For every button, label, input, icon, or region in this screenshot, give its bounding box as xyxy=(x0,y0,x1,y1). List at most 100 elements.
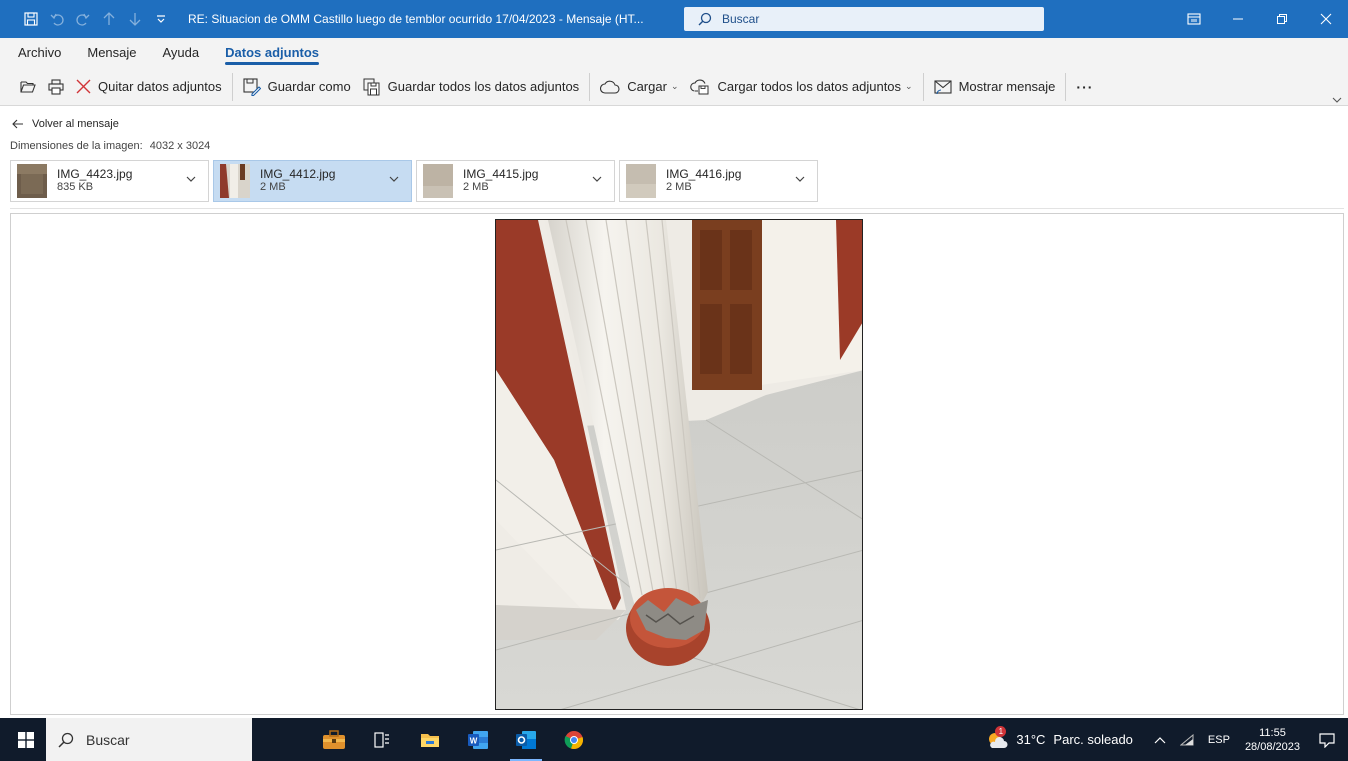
chevron-down-icon[interactable] xyxy=(186,176,196,183)
previous-item-button[interactable] xyxy=(96,6,122,32)
close-button[interactable] xyxy=(1304,0,1348,38)
upload-button[interactable]: Cargar ⌄ xyxy=(594,72,684,102)
notification-icon xyxy=(1319,732,1335,748)
minimize-button[interactable] xyxy=(1216,0,1260,38)
print-button[interactable] xyxy=(42,72,70,102)
show-hidden-icons-button[interactable] xyxy=(1154,736,1166,744)
dimensions-value: 4032 x 3024 xyxy=(149,140,211,152)
taskbar-task-view[interactable] xyxy=(358,718,406,761)
customize-dropdown-icon xyxy=(157,15,165,23)
arrow-up-icon xyxy=(103,12,115,25)
chevron-down-icon[interactable] xyxy=(795,176,805,183)
restore-button[interactable] xyxy=(1260,0,1304,38)
taskbar-clock[interactable]: 11:55 28/08/2023 xyxy=(1245,726,1300,754)
window-title: RE: Situacion de OMM Castillo luego de t… xyxy=(188,12,644,26)
ribbon-separator xyxy=(231,72,233,101)
quick-access-toolbar xyxy=(0,0,174,38)
notifications-button[interactable] xyxy=(1312,732,1342,748)
outlook-icon xyxy=(516,730,536,749)
save-all-attachments-button[interactable]: Guardar todos los datos adjuntos xyxy=(357,72,586,102)
attachment-name: IMG_4412.jpg xyxy=(260,167,336,181)
taskbar-search-box[interactable]: Buscar xyxy=(46,718,252,761)
tab-ayuda[interactable]: Ayuda xyxy=(163,38,200,68)
show-message-button[interactable]: Mostrar mensaje xyxy=(928,72,1062,102)
clock-date: 28/08/2023 xyxy=(1244,740,1300,753)
ribbon-display-options-button[interactable] xyxy=(1172,0,1216,38)
taskbar-apps: W xyxy=(310,718,598,761)
input-language-button[interactable]: ESP xyxy=(1208,734,1230,746)
save-all-icon xyxy=(363,78,380,95)
more-commands-button[interactable]: ··· xyxy=(1070,72,1099,102)
chevron-down-icon[interactable] xyxy=(389,176,399,183)
tab-datos-adjuntos[interactable]: Datos adjuntos xyxy=(225,38,319,68)
tab-archivo[interactable]: Archivo xyxy=(18,38,61,68)
chevron-down-icon[interactable] xyxy=(592,176,602,183)
attachment-item[interactable]: IMG_4415.jpg 2 MB xyxy=(416,160,615,202)
restore-icon xyxy=(1277,14,1287,24)
attachment-image-preview xyxy=(495,219,863,710)
undo-icon xyxy=(50,13,64,26)
envelope-icon xyxy=(934,79,952,94)
taskbar-app-file-explorer[interactable] xyxy=(406,718,454,761)
customize-toolbar-button[interactable] xyxy=(148,6,174,32)
upload-all-button[interactable]: Cargar todos los datos adjuntos ⌄ xyxy=(684,72,918,102)
save-as-label: Guardar como xyxy=(267,79,351,94)
back-label: Volver al mensaje xyxy=(32,118,119,130)
remove-attachments-label: Quitar datos adjuntos xyxy=(98,79,222,94)
weather-icon: 1 xyxy=(986,725,1008,750)
next-item-button[interactable] xyxy=(122,6,148,32)
dimensions-label: Dimensiones de la imagen: xyxy=(10,140,143,152)
chrome-icon xyxy=(564,730,584,749)
attachment-size: 2 MB xyxy=(463,181,489,193)
network-button[interactable] xyxy=(1179,733,1194,746)
redo-button[interactable] xyxy=(70,6,96,32)
task-view-icon xyxy=(374,731,389,748)
save-icon xyxy=(24,12,38,26)
briefcase-icon xyxy=(323,729,345,749)
chevron-down-icon: ⌄ xyxy=(670,81,679,91)
open-button[interactable] xyxy=(14,72,42,102)
windows-logo-icon xyxy=(18,731,34,748)
redo-icon xyxy=(76,13,90,26)
wifi-icon xyxy=(1179,733,1194,745)
remove-attachments-button[interactable]: Quitar datos adjuntos xyxy=(70,72,228,102)
taskbar-app-word[interactable]: W xyxy=(454,718,502,761)
attachment-item[interactable]: IMG_4416.jpg 2 MB xyxy=(619,160,818,202)
cloud-icon xyxy=(600,80,620,94)
ribbon-separator xyxy=(922,72,924,101)
more-icon: ··· xyxy=(1076,78,1094,95)
attachment-item[interactable]: IMG_4412.jpg 2 MB xyxy=(213,160,412,202)
expand-ribbon-button[interactable] xyxy=(1332,92,1342,107)
attachment-meta: IMG_4412.jpg 2 MB xyxy=(260,168,335,194)
weather-widget[interactable]: 1 31°C Parc. soleado xyxy=(986,725,1133,750)
undo-button[interactable] xyxy=(44,6,70,32)
attachment-item[interactable]: IMG_4423.jpg 835 KB xyxy=(10,160,209,202)
attachment-name: IMG_4416.jpg xyxy=(666,167,742,181)
taskbar-app-briefcase[interactable] xyxy=(310,718,358,761)
arrow-down-icon xyxy=(129,13,141,26)
image-thumbnail xyxy=(220,164,250,198)
save-button[interactable] xyxy=(18,6,44,32)
windows-taskbar: Buscar W 1 31°C Parc. soleado ESP 11:55 … xyxy=(0,718,1348,761)
attachment-size: 2 MB xyxy=(260,181,286,193)
taskbar-app-outlook[interactable] xyxy=(502,718,550,761)
taskbar-app-chrome[interactable] xyxy=(550,718,598,761)
back-to-message-link[interactable]: Volver al mensaje xyxy=(12,118,119,130)
attachment-size: 835 KB xyxy=(57,181,94,193)
attachment-meta: IMG_4415.jpg 2 MB xyxy=(463,168,538,194)
chevron-down-icon: ⌄ xyxy=(905,81,913,91)
ribbon-separator xyxy=(1065,72,1067,101)
save-all-label: Guardar todos los datos adjuntos xyxy=(387,79,580,94)
save-as-button[interactable]: Guardar como xyxy=(237,72,357,102)
search-icon xyxy=(58,732,74,748)
clock-time: 11:55 xyxy=(1259,726,1286,739)
cloud-upload-all-icon xyxy=(690,79,709,94)
tab-mensaje[interactable]: Mensaje xyxy=(87,38,136,68)
search-input[interactable]: Buscar xyxy=(684,7,1044,31)
image-thumbnail xyxy=(17,164,47,198)
start-button[interactable] xyxy=(6,718,46,761)
system-tray: 1 31°C Parc. soleado ESP 11:55 28/08/202… xyxy=(986,718,1348,761)
image-thumbnail xyxy=(423,164,453,198)
remove-x-icon xyxy=(76,79,91,94)
column-photo xyxy=(496,220,862,709)
